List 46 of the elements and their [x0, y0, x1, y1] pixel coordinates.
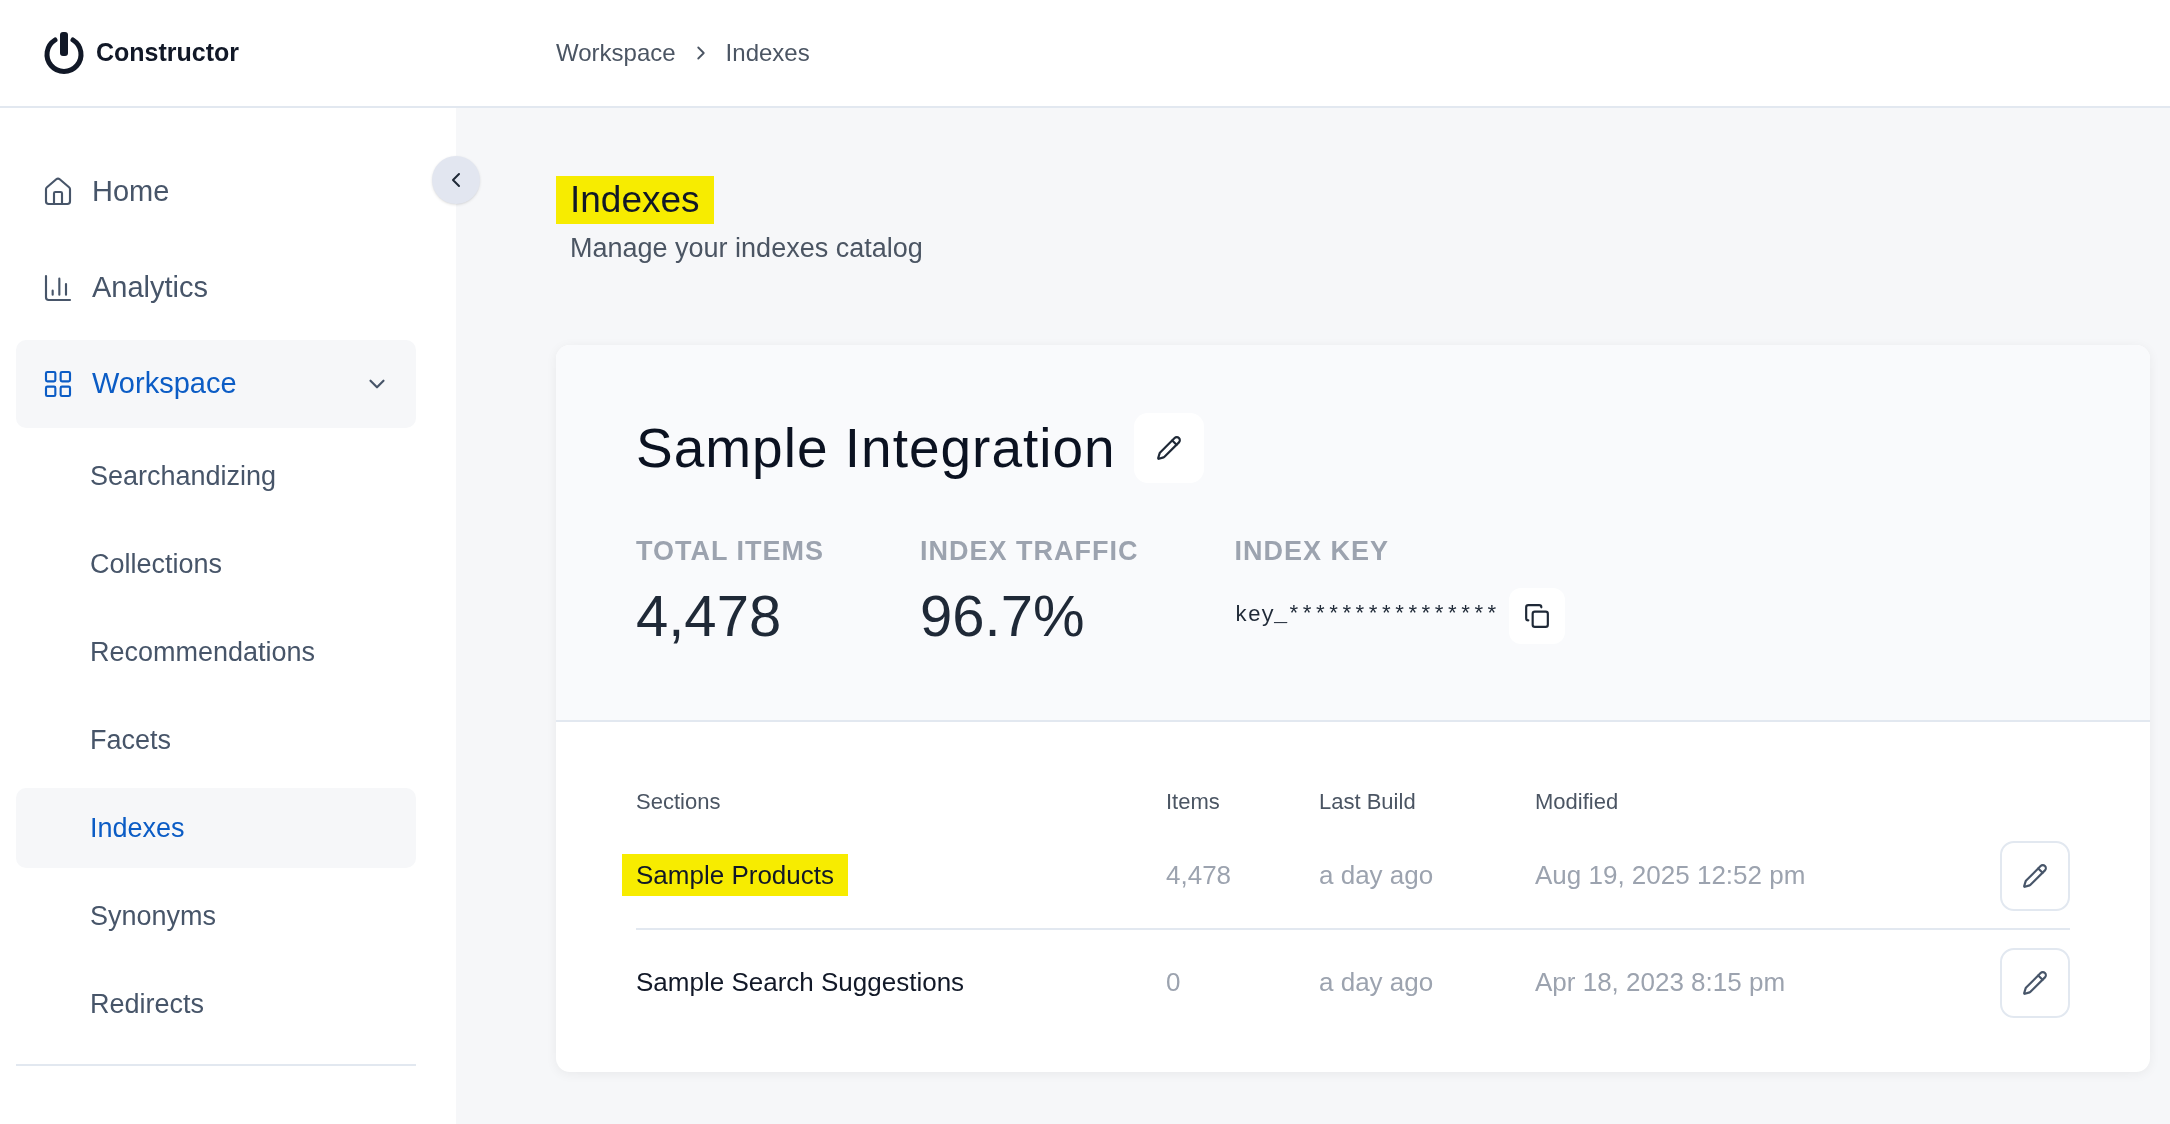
sidebar-subitem[interactable]: Searchandizing [16, 436, 416, 516]
grid-icon [42, 368, 74, 400]
table-cell: Apr 18, 2023 8:15 pm [1535, 967, 1786, 997]
stat-label: TOTAL ITEMS [636, 535, 824, 568]
sidebar-subitem[interactable]: Collections [16, 524, 416, 604]
sidebar-item[interactable]: Workspace [16, 340, 416, 428]
sidebar-item[interactable]: Analytics [16, 244, 416, 332]
sidebar-subitem[interactable]: Recommendations [16, 612, 416, 692]
edit-row-button[interactable] [2000, 840, 2070, 911]
table-cell: Sample Search Suggestions [636, 967, 965, 997]
card-title: Sample Integration [636, 415, 1116, 481]
table-cell: a day ago [1319, 967, 1434, 997]
column-header: Items [1166, 788, 1221, 816]
pencil-icon [2022, 862, 2048, 889]
edit-row-button[interactable] [2000, 947, 2070, 1018]
column-header: Sections [636, 788, 722, 816]
table-cell: Sample Products [622, 854, 848, 896]
copy-icon [1523, 602, 1550, 629]
breadcrumb-link[interactable]: Indexes [725, 35, 810, 71]
pencil-icon [2022, 969, 2048, 996]
table-cell: 0 [1166, 967, 1181, 997]
logo-text: Constructor [96, 37, 240, 69]
stat-value: 96.7% [920, 581, 1086, 650]
sidebar-item[interactable]: Home [16, 148, 416, 236]
stat-value: 4,478 [636, 581, 783, 650]
table-cell: a day ago [1319, 860, 1434, 890]
sidebar-subitem[interactable]: Facets [16, 700, 416, 780]
table-cell: Aug 19, 2025 12:52 pm [1535, 860, 1806, 890]
edit-title-button[interactable] [1133, 412, 1204, 483]
index-key: key_**************** [1234, 599, 1499, 632]
column-header: Modified [1535, 788, 1620, 816]
pencil-icon [1155, 434, 1182, 461]
breadcrumb-link[interactable]: Workspace [556, 35, 676, 71]
table-cell: 4,478 [1166, 860, 1232, 890]
sidebar-subitem[interactable]: Indexes [16, 788, 416, 868]
page-title: Indexes [556, 176, 714, 224]
sidebar-subitem[interactable]: Redirects [16, 964, 416, 1044]
power-logo-icon [42, 30, 86, 76]
stat-label: INDEX KEY [1234, 535, 1391, 568]
stat-label: INDEX TRAFFIC [920, 535, 1139, 568]
bar-chart-icon [42, 272, 74, 304]
column-header: Last Build [1319, 788, 1417, 816]
home-icon [42, 176, 74, 208]
sidebar-subitem[interactable]: Synonyms [16, 876, 416, 956]
copy-button[interactable] [1508, 587, 1565, 644]
page-subtitle: Manage your indexes catalog [569, 232, 924, 265]
